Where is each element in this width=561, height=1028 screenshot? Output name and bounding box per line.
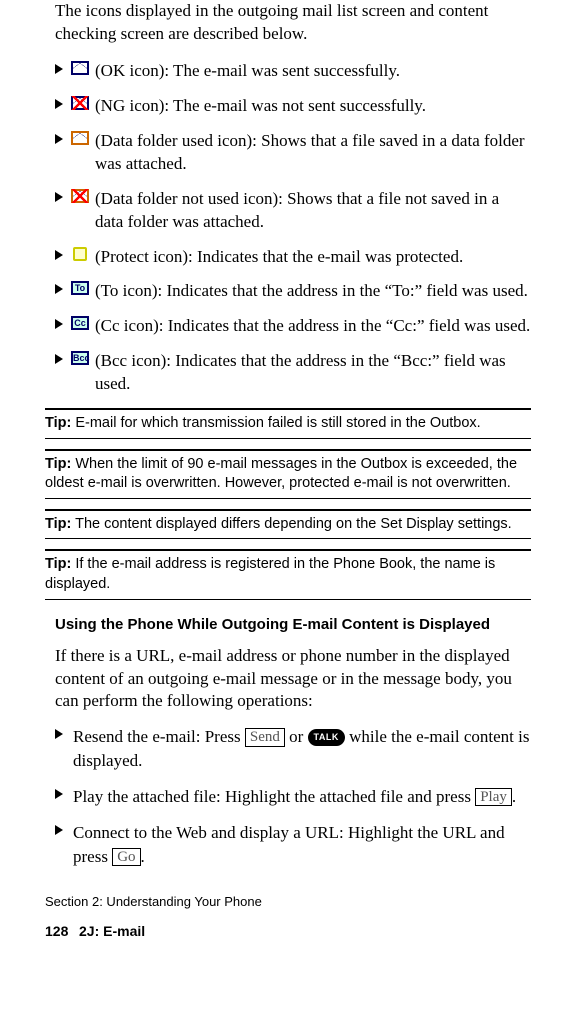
list-item: Resend the e-mail: Press Send or TALK wh… bbox=[45, 725, 531, 773]
data-folder-not-used-icon bbox=[71, 189, 89, 203]
bullet-icon bbox=[55, 729, 63, 739]
list-item: To (To icon): Indicates that the address… bbox=[45, 280, 531, 303]
bullet-icon bbox=[55, 192, 63, 202]
bullet-icon bbox=[55, 319, 63, 329]
bullet-icon bbox=[55, 825, 63, 835]
intro-text: The icons displayed in the outgoing mail… bbox=[55, 0, 531, 46]
subheading: Using the Phone While Outgoing E-mail Co… bbox=[55, 616, 531, 633]
go-key-icon: Go bbox=[112, 848, 140, 867]
bcc-icon: Bcc bbox=[71, 351, 89, 365]
list-item: (NG icon): The e-mail was not sent succe… bbox=[45, 95, 531, 118]
talk-key-icon: TALK bbox=[308, 729, 345, 746]
operations-list: Resend the e-mail: Press Send or TALK wh… bbox=[45, 725, 531, 868]
tip-text: Tip: If the e-mail address is registered… bbox=[45, 555, 531, 594]
list-item: (Data folder not used icon): Shows that … bbox=[45, 188, 531, 234]
cc-icon: Cc bbox=[71, 316, 89, 330]
divider bbox=[45, 599, 531, 600]
icon-desc: (Protect icon): Indicates that the e-mai… bbox=[95, 247, 463, 266]
divider bbox=[45, 538, 531, 539]
divider bbox=[45, 449, 531, 451]
list-item: (Protect icon): Indicates that the e-mai… bbox=[45, 246, 531, 269]
op-text: . bbox=[512, 787, 516, 806]
bullet-icon bbox=[55, 354, 63, 364]
chapter-label: 2J: E-mail bbox=[79, 923, 145, 939]
to-icon: To bbox=[71, 281, 89, 295]
divider bbox=[45, 549, 531, 551]
divider bbox=[45, 408, 531, 410]
op-text: . bbox=[141, 847, 145, 866]
bullet-icon bbox=[55, 284, 63, 294]
page-number-line: 1282J: E-mail bbox=[45, 923, 531, 939]
divider bbox=[45, 438, 531, 439]
divider bbox=[45, 509, 531, 511]
op-text: or bbox=[285, 727, 308, 746]
list-item: (OK icon): The e-mail was sent successfu… bbox=[45, 60, 531, 83]
using-intro: If there is a URL, e-mail address or pho… bbox=[55, 645, 531, 714]
page-footer: Section 2: Understanding Your Phone 1282… bbox=[45, 894, 531, 939]
icon-description-list: (OK icon): The e-mail was sent successfu… bbox=[45, 60, 531, 396]
bullet-icon bbox=[55, 250, 63, 260]
play-key-icon: Play bbox=[475, 788, 512, 807]
op-text: Resend the e-mail: Press bbox=[73, 727, 245, 746]
list-item: Connect to the Web and display a URL: Hi… bbox=[45, 821, 531, 869]
icon-desc: (Cc icon): Indicates that the address in… bbox=[95, 316, 530, 335]
icon-desc: (Data folder used icon): Shows that a fi… bbox=[95, 131, 525, 173]
icon-desc: (To icon): Indicates that the address in… bbox=[95, 281, 528, 300]
list-item: Play the attached file: Highlight the at… bbox=[45, 785, 531, 809]
send-key-icon: Send bbox=[245, 728, 285, 747]
page-number: 128 bbox=[45, 923, 79, 939]
bullet-icon bbox=[55, 134, 63, 144]
data-folder-used-icon bbox=[71, 131, 89, 145]
list-item: Cc (Cc icon): Indicates that the address… bbox=[45, 315, 531, 338]
op-text: Play the attached file: Highlight the at… bbox=[73, 787, 475, 806]
bullet-icon bbox=[55, 99, 63, 109]
tip-text: Tip: The content displayed differs depen… bbox=[45, 515, 531, 535]
ng-envelope-icon bbox=[71, 96, 89, 110]
divider bbox=[45, 498, 531, 499]
icon-desc: (Bcc icon): Indicates that the address i… bbox=[95, 351, 506, 393]
list-item: (Data folder used icon): Shows that a fi… bbox=[45, 130, 531, 176]
icon-desc: (Data folder not used icon): Shows that … bbox=[95, 189, 499, 231]
icon-desc: (NG icon): The e-mail was not sent succe… bbox=[95, 96, 426, 115]
bullet-icon bbox=[55, 789, 63, 799]
ok-envelope-icon bbox=[71, 61, 89, 75]
icon-desc: (OK icon): The e-mail was sent successfu… bbox=[95, 61, 400, 80]
section-label: Section 2: Understanding Your Phone bbox=[45, 894, 531, 909]
bullet-icon bbox=[55, 64, 63, 74]
tip-text: Tip: E-mail for which transmission faile… bbox=[45, 414, 531, 434]
tip-text: Tip: When the limit of 90 e-mail message… bbox=[45, 455, 531, 494]
protect-icon bbox=[73, 247, 87, 261]
list-item: Bcc (Bcc icon): Indicates that the addre… bbox=[45, 350, 531, 396]
